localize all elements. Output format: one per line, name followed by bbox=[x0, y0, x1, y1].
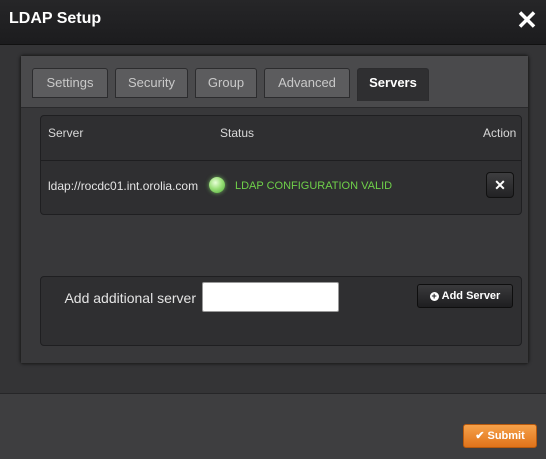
header-divider bbox=[41, 160, 521, 161]
add-server-section: Add additional server + Add Server bbox=[40, 276, 522, 346]
add-server-button-label: Add Server bbox=[441, 290, 501, 302]
tab-servers[interactable]: Servers bbox=[357, 68, 429, 101]
status-text: LDAP CONFIGURATION VALID bbox=[235, 180, 393, 192]
add-server-button[interactable]: + Add Server bbox=[417, 284, 513, 308]
delete-server-button[interactable]: ✕ bbox=[486, 172, 514, 198]
close-icon[interactable]: ✕ bbox=[512, 4, 542, 36]
submit-button-label: Submit bbox=[487, 430, 525, 442]
column-header-status: Status bbox=[220, 126, 255, 140]
dialog-body: Settings Security Group Advanced Servers… bbox=[0, 45, 546, 393]
servers-tab-content: Server Status Action ldap://rocdc01.int.… bbox=[21, 108, 528, 363]
dialog-title: LDAP Setup bbox=[9, 10, 102, 27]
tab-group[interactable]: Group bbox=[195, 68, 257, 98]
submit-button[interactable]: ✔ Submit bbox=[463, 424, 537, 448]
dialog-titlebar: LDAP Setup ✕ bbox=[0, 0, 546, 45]
add-server-label: Add additional server bbox=[64, 290, 196, 306]
tab-security[interactable]: Security bbox=[115, 68, 188, 98]
column-header-action: Action bbox=[483, 126, 517, 140]
add-server-input[interactable] bbox=[202, 282, 339, 312]
tab-bar: Settings Security Group Advanced Servers bbox=[21, 56, 528, 108]
server-url: ldap://rocdc01.int.orolia.com bbox=[48, 179, 199, 193]
plus-circle-icon: + bbox=[429, 291, 439, 301]
dialog-footer: ✔ Submit bbox=[0, 393, 546, 459]
column-header-server: Server bbox=[48, 126, 84, 140]
tab-settings[interactable]: Settings bbox=[32, 68, 108, 98]
status-indicator-icon bbox=[209, 177, 225, 193]
tab-advanced[interactable]: Advanced bbox=[264, 68, 350, 98]
server-table: Server Status Action ldap://rocdc01.int.… bbox=[40, 115, 522, 215]
checkmark-icon: ✔ bbox=[475, 430, 485, 442]
settings-panel: Settings Security Group Advanced Servers… bbox=[20, 55, 529, 364]
